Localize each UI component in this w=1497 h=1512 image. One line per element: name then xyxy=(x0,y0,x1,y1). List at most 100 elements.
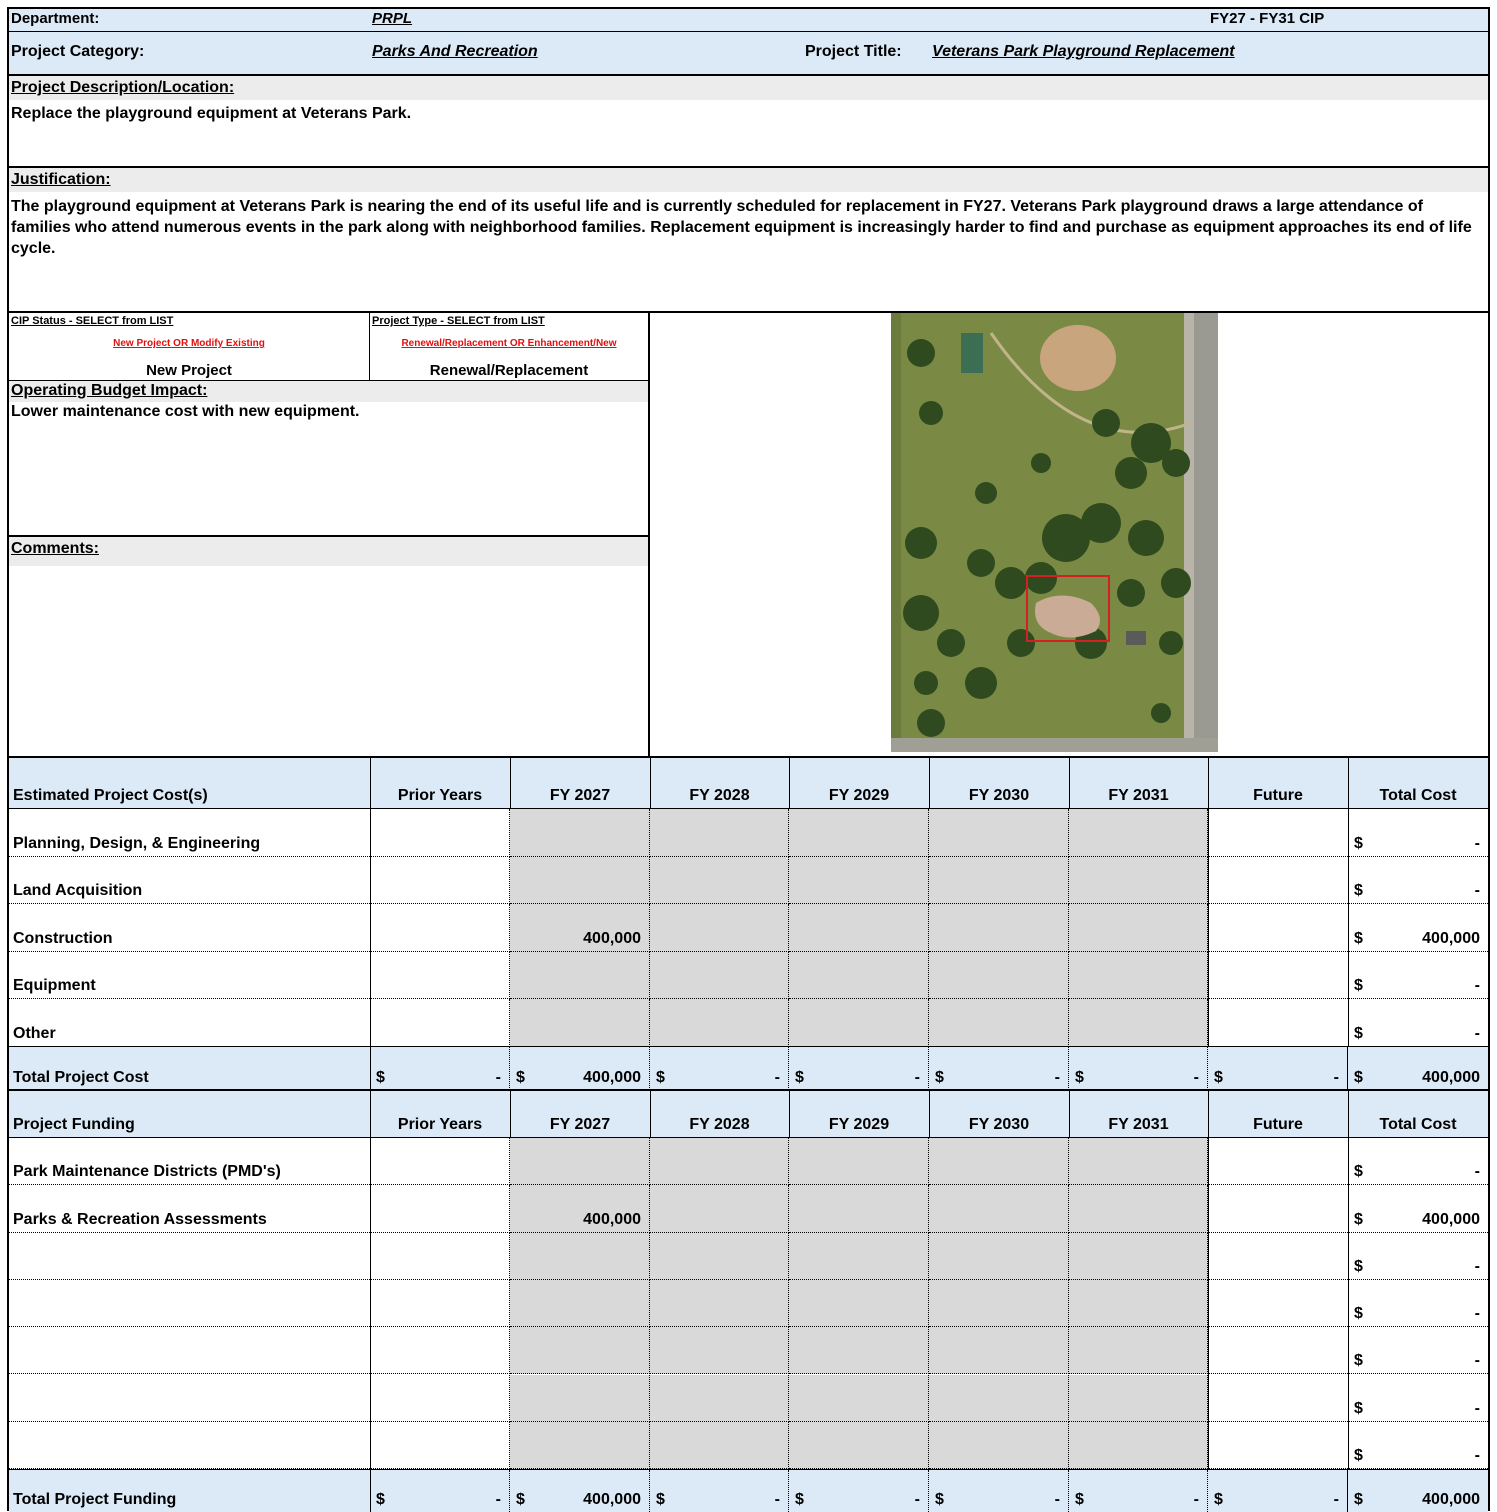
value-cell xyxy=(789,1232,929,1280)
total-row-cell: $ - xyxy=(1208,1470,1348,1512)
row-label: Planning, Design, & Engineering xyxy=(9,809,370,857)
divider xyxy=(370,758,371,808)
currency-symbol: $ xyxy=(935,1069,944,1086)
total-row-cell: $ - xyxy=(370,1470,510,1512)
value-cell xyxy=(929,999,1069,1047)
column-header: Future xyxy=(1253,787,1303,804)
total-cell: $ - xyxy=(1348,1233,1488,1280)
total-row-cell: $ - xyxy=(650,1047,789,1090)
category-value: Parks And Recreation xyxy=(372,43,538,60)
divider xyxy=(789,1091,790,1137)
column-header: FY 2028 xyxy=(689,787,750,804)
divider xyxy=(648,313,650,758)
column-header: FY 2029 xyxy=(828,787,890,804)
total-value: - xyxy=(495,1491,501,1508)
value-cell xyxy=(1069,856,1208,905)
total-value: 400,000 xyxy=(1422,1491,1480,1508)
justification-header xyxy=(9,168,1488,192)
total-cell: $ - xyxy=(1348,999,1488,1047)
total-cell: $ - xyxy=(1348,809,1488,857)
total-cell: $ - xyxy=(1348,1422,1488,1470)
column-header: FY 2030 xyxy=(968,787,1030,804)
row-label: Other xyxy=(9,999,370,1047)
currency-symbol: $ xyxy=(1214,1491,1223,1508)
value-cell xyxy=(370,999,510,1047)
value-cell xyxy=(929,1421,1069,1470)
total-value: 400,000 xyxy=(1422,929,1480,947)
divider xyxy=(370,1091,371,1137)
value-cell xyxy=(929,1279,1069,1328)
total-value: - xyxy=(914,1069,920,1086)
value-cell: 400,000 xyxy=(510,1185,650,1233)
currency-symbol: $ xyxy=(1354,1305,1363,1323)
value-cell xyxy=(1069,809,1208,857)
value-cell xyxy=(370,1138,510,1186)
currency-symbol: $ xyxy=(1354,929,1363,947)
total-value: - xyxy=(1474,834,1480,852)
value-cell xyxy=(510,1421,650,1470)
currency-symbol: $ xyxy=(1354,1399,1363,1417)
value-cell xyxy=(1208,904,1348,952)
value-cell xyxy=(789,1279,929,1328)
total-value: - xyxy=(1193,1069,1199,1086)
value-cell xyxy=(1208,952,1348,1000)
total-row-cell: $ - xyxy=(789,1047,929,1090)
row-label: Equipment xyxy=(9,952,370,1000)
total-value: - xyxy=(1474,1352,1480,1370)
total-cell: $ - xyxy=(1348,1138,1488,1186)
currency-symbol: $ xyxy=(1354,882,1363,900)
project-type-hint: Renewal/Replacement OR Enhancement/New xyxy=(401,338,617,349)
value-cell xyxy=(789,904,929,952)
currency-symbol: $ xyxy=(376,1069,385,1086)
value-cell xyxy=(789,809,929,857)
value-cell xyxy=(1069,1421,1208,1470)
divider xyxy=(1348,1091,1349,1137)
total-value: - xyxy=(1333,1491,1339,1508)
total-value: - xyxy=(1054,1069,1060,1086)
value-cell xyxy=(1208,1375,1348,1422)
operating-label: Operating Budget Impact: xyxy=(11,382,208,399)
value-cell xyxy=(370,1374,510,1422)
total-value: - xyxy=(914,1491,920,1508)
divider xyxy=(650,1091,651,1137)
currency-symbol: $ xyxy=(1354,1257,1363,1275)
currency-symbol: $ xyxy=(1354,1352,1363,1370)
column-header: FY 2031 xyxy=(1108,787,1169,804)
value-cell xyxy=(929,951,1069,1000)
divider xyxy=(1208,1137,1209,1469)
total-value: - xyxy=(774,1069,780,1086)
value-cell xyxy=(1069,1279,1208,1328)
cip-status-hint: New Project OR Modify Existing xyxy=(113,338,265,349)
value-cell xyxy=(929,1138,1069,1186)
total-row-cell: $ - xyxy=(1069,1470,1208,1512)
value-cell xyxy=(370,951,510,1000)
project-type-value[interactable]: Renewal/Replacement xyxy=(370,362,648,380)
value-cell xyxy=(929,1185,1069,1233)
value-cell xyxy=(650,951,789,1000)
total-row-cell: $ - xyxy=(650,1470,789,1512)
total-value: - xyxy=(1474,1399,1480,1417)
divider xyxy=(9,311,1488,313)
total-value: - xyxy=(1474,1447,1480,1465)
column-header: FY 2030 xyxy=(968,1116,1030,1133)
value-cell xyxy=(650,1327,789,1375)
currency-symbol: $ xyxy=(1354,1210,1363,1228)
value-cell xyxy=(1069,904,1208,952)
currency-symbol: $ xyxy=(1354,1447,1363,1465)
total-value: - xyxy=(495,1069,501,1086)
total-row-cell: $ - xyxy=(929,1470,1069,1512)
comments-header xyxy=(9,537,648,566)
table-title: Project Funding xyxy=(13,1116,135,1133)
value-cell xyxy=(650,856,789,905)
department-label: Department: xyxy=(11,10,100,27)
row-label: Land Acquisition xyxy=(9,857,370,905)
total-row-cell: $ - xyxy=(370,1047,510,1090)
value-cell xyxy=(929,1374,1069,1422)
value-cell xyxy=(929,1232,1069,1280)
operating-text: Lower maintenance cost with new equipmen… xyxy=(11,403,360,420)
total-value: - xyxy=(1193,1491,1199,1508)
total-value: 400,000 xyxy=(1422,1210,1480,1228)
total-row-cell: $ - xyxy=(1069,1047,1208,1090)
value-cell xyxy=(510,1232,650,1280)
cip-status-value[interactable]: New Project xyxy=(9,362,369,380)
